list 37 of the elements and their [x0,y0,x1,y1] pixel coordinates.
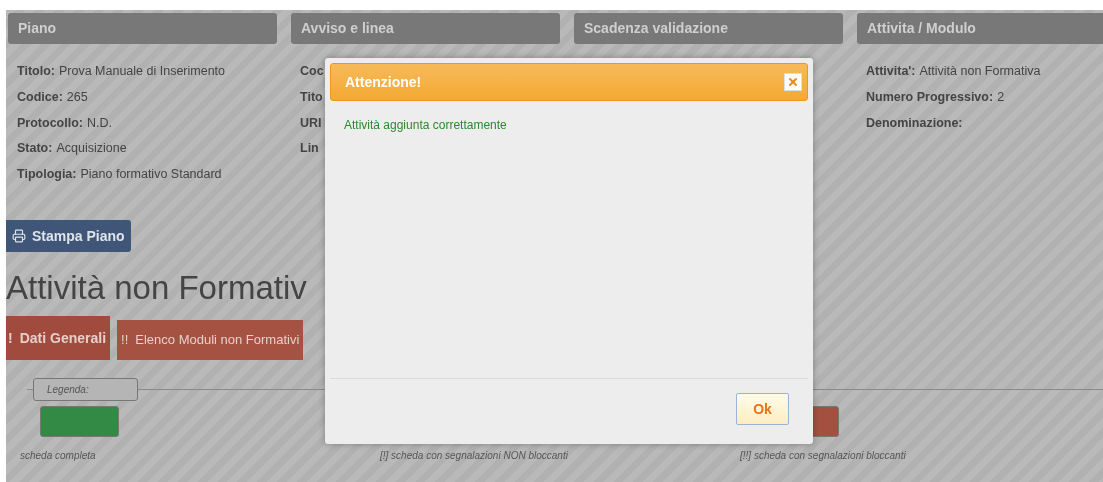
legend-caption: scheda completa [20,449,97,463]
panel-header: Avviso e linea [291,13,560,44]
legend-title: Legenda: [33,378,138,401]
legend-caption: [!] scheda con segnalazioni NON bloccanti [380,449,569,463]
field-value: N.D. [86,114,112,132]
field-value: Acquisizione [56,140,127,158]
field-value: 2 [997,88,1005,106]
field-label: Codice: [17,88,63,106]
panel-header: Piano [8,13,277,44]
field-label: Lin [300,140,319,158]
section-tab[interactable]: !! Elenco Moduli non Formativi [117,320,304,360]
field-label: Titolo: [17,63,55,80]
page-heading: Attività non Formativ [6,268,308,308]
dialog-message: Attività aggiunta correttamente [344,118,507,132]
panel-header: Scadenza validazione [574,13,843,44]
field-value: 265 [66,88,88,106]
field-label: URI [300,114,322,132]
field-label: Tito [300,88,323,106]
legend-caption: [!!] scheda con segnalazioni bloccanti [740,449,907,463]
field-label: Protocollo: [17,114,83,132]
field-value: Prova Manuale di Inserimento [58,63,225,80]
section-tab[interactable]: ! Dati Generali [6,316,111,360]
ok-button[interactable]: Ok [736,393,789,425]
field-label: Attivita': [866,63,916,80]
field-label: Denominazione: [866,114,963,132]
field-value: Attività non Formativa [919,63,1041,80]
field-label: Stato: [17,140,53,158]
field-label: Coc [300,63,324,80]
printer-icon [12,229,26,243]
close-button[interactable] [784,73,802,91]
field-label: Numero Progressivo: [866,88,994,106]
print-button[interactable]: Stampa Piano [6,220,131,252]
dialog-title: Attenzione! [345,72,422,92]
panel-header: Attivita / Modulo [857,13,1103,44]
field-label: Tipologia: [17,166,77,183]
close-icon [787,76,799,88]
field-value: Piano formativo Standard [80,166,222,183]
